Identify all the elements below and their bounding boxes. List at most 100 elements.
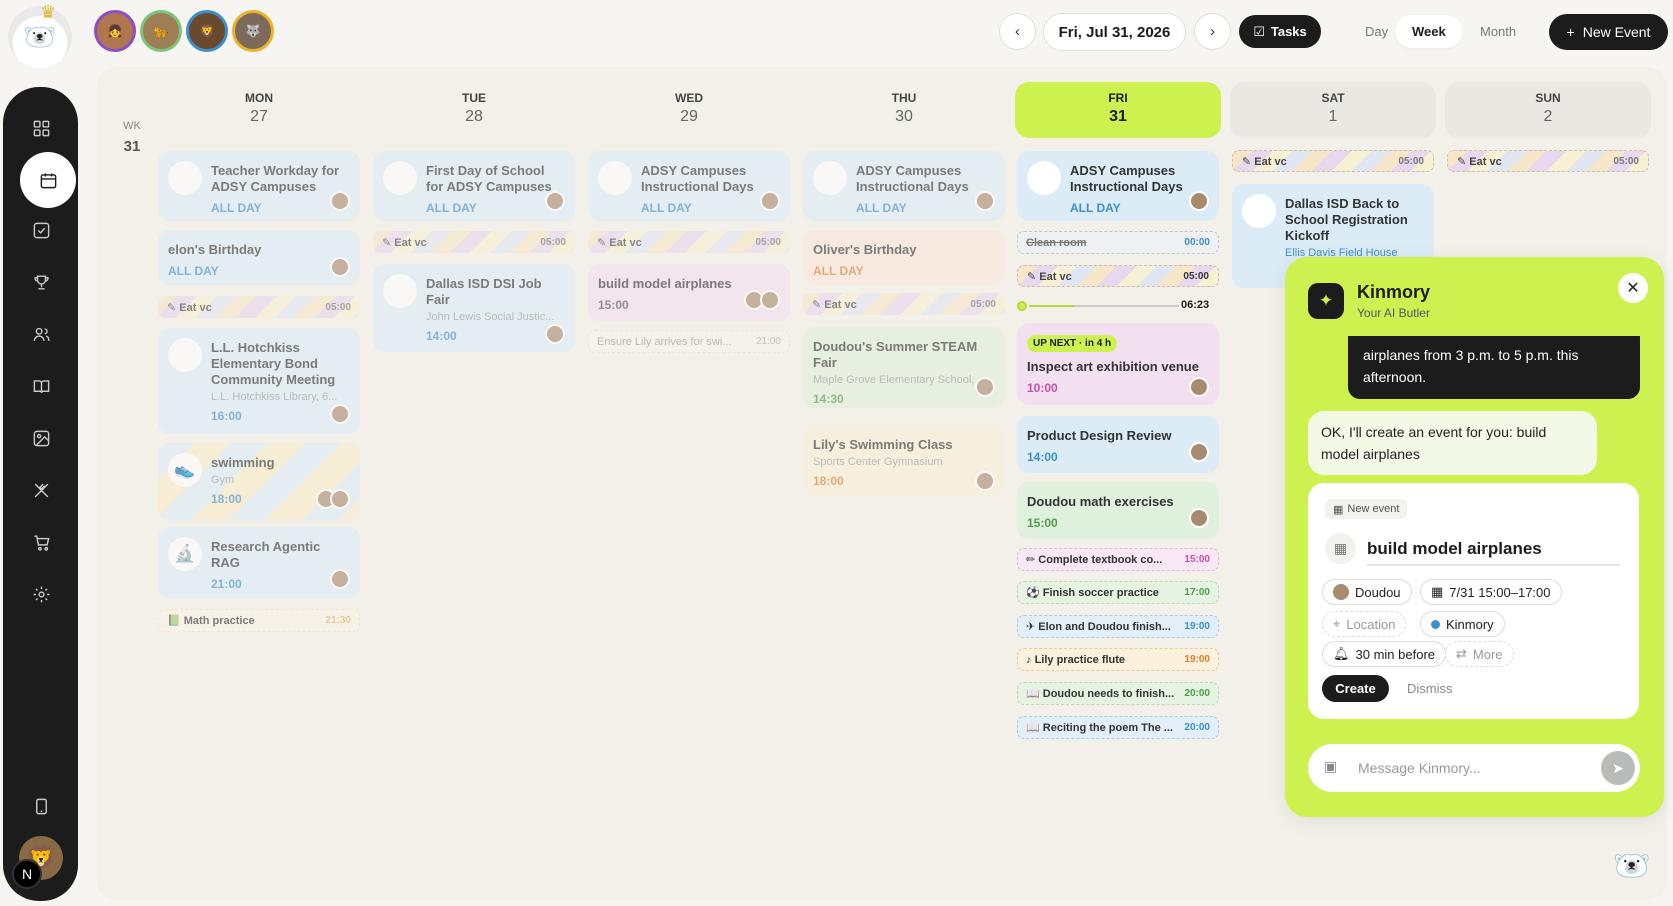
message-box: ▣ ➤ [1308, 744, 1640, 792]
event-card[interactable]: Lily's Swimming Class Sports Center Gymna… [803, 425, 1005, 495]
day-header-thu[interactable]: THU 30 [801, 82, 1007, 138]
send-button[interactable]: ➤ [1601, 751, 1635, 785]
reminder-chip[interactable]: 🔔︎ 30 min before [1322, 641, 1447, 667]
apple-icon [168, 161, 202, 195]
event-card[interactable]: Product Design Review 14:00 [1017, 416, 1219, 473]
apple-icon [598, 161, 632, 195]
event-strip[interactable]: ✎ Eat vc 05:00 [803, 293, 1005, 315]
message-input[interactable] [1358, 756, 1588, 780]
create-button[interactable]: Create [1322, 675, 1389, 702]
event-card[interactable]: Doudou's Summer STEAM Fair Maple Grove El… [803, 327, 1005, 408]
avatar [545, 191, 565, 211]
task-item[interactable]: ⚽ Finish soccer practice 17:00 [1017, 581, 1219, 604]
event-card[interactable]: 👟 swimming Gym 18:00 [158, 443, 360, 520]
soccer-icon: ⚽ Finish soccer practice [1026, 587, 1159, 599]
cart-icon[interactable] [30, 531, 52, 553]
task-item[interactable]: ♪ Lily practice flute 19:00 [1017, 648, 1219, 671]
event-strip[interactable]: ✎ Eat vc 05:00 [373, 231, 575, 253]
chat-title: Kinmory [1357, 282, 1431, 302]
event-strip[interactable]: ✎ Eat vc 05:00 [1017, 265, 1219, 287]
calendar-icon: ▦ [1325, 533, 1356, 564]
day-header-wed[interactable]: WED 29 [586, 82, 792, 138]
event-card[interactable]: ADSY Campuses Instructional Days ALL DAY [588, 151, 790, 221]
event-strip[interactable]: ✎ Eat vc 05:00 [1232, 150, 1434, 172]
prev-week-button[interactable]: ‹ [999, 13, 1036, 50]
image-upload-icon[interactable]: ▣ [1324, 758, 1337, 775]
checkbox-icon: ☑ [1253, 23, 1265, 39]
tablet-icon[interactable] [30, 795, 52, 817]
mascot-icon[interactable]: 🐻‍❄️ [1610, 838, 1654, 894]
apple-icon [813, 161, 847, 195]
tasks-button[interactable]: ☑ Tasks [1239, 15, 1321, 48]
top-bar: 🐻‍❄️ ♛ 👧 🐆 🦁 🐺 ‹ Fri, Jul 31, 2026 › ☑ Ta… [0, 0, 1673, 68]
avatar [760, 191, 780, 211]
new-event-button[interactable]: + New Event [1549, 14, 1668, 50]
event-card[interactable]: ADSY Campuses Instructional Days ALL DAY [803, 151, 1005, 221]
dashboard-icon[interactable] [30, 117, 52, 139]
crown-icon: ♛ [40, 2, 57, 22]
n-badge: N [12, 859, 42, 889]
event-card[interactable]: UP NEXT · in 4 h Inspect art exhibition … [1017, 323, 1219, 405]
day-header-sat[interactable]: SAT 1 [1230, 82, 1436, 138]
task-item[interactable]: Ensure Lily arrives for swi... 21:00 [588, 330, 790, 353]
book-icon: 📗 Math practice [167, 615, 255, 627]
avatar [330, 489, 350, 509]
view-week[interactable]: Week [1395, 15, 1463, 48]
task-item[interactable]: 📖 Reciting the poem The ... 20:00 [1017, 716, 1219, 739]
event-card[interactable]: Dallas ISD DSI Job Fair John Lewis Social… [373, 264, 575, 352]
calendar-chip[interactable]: Kinmory [1420, 611, 1505, 637]
check-square-icon[interactable] [30, 219, 52, 241]
trophy-icon[interactable] [30, 271, 52, 293]
day-header-mon[interactable]: MON 27 [156, 82, 362, 138]
avatar [545, 324, 565, 344]
pencil-icon: ✎ Eat vc [167, 301, 212, 314]
event-card[interactable]: elon's Birthday ALL DAY [158, 230, 360, 285]
event-card[interactable]: ADSY Campuses Instructional Days ALL DAY [1017, 151, 1219, 221]
event-title-field[interactable]: build model airplanes [1367, 533, 1620, 566]
now-line [1029, 305, 1179, 307]
datetime-chip[interactable]: ▦ 7/31 15:00–17:00 [1420, 579, 1562, 605]
person-chip[interactable]: Doudou [1322, 579, 1412, 605]
utensils-icon[interactable] [30, 479, 52, 501]
avatar[interactable]: 🐺 [232, 10, 274, 52]
event-card[interactable]: Oliver's Birthday ALL DAY [803, 230, 1005, 285]
location-chip[interactable]: ⌖ Location [1322, 611, 1407, 637]
event-strip[interactable]: ✎ Eat vc 05:00 [158, 296, 360, 318]
apple-icon [383, 274, 417, 308]
event-card[interactable]: First Day of School for ADSY Campuses ALL… [373, 151, 575, 221]
avatar[interactable]: 👧 [94, 10, 136, 52]
apple-icon [383, 161, 417, 195]
family-icon[interactable] [30, 323, 52, 345]
day-header-sun[interactable]: SUN 2 [1445, 82, 1651, 138]
pencil-icon: ✎ Eat vc [812, 298, 857, 311]
avatar[interactable]: 🐆 [140, 10, 182, 52]
event-card[interactable]: build model airplanes 15:00 [588, 264, 790, 321]
event-card[interactable]: Doudou math exercises 15:00 [1017, 482, 1219, 539]
current-time-indicator: 06:23 [1017, 299, 1219, 311]
calendar-nav-active[interactable] [20, 152, 76, 208]
event-strip[interactable]: ✎ Eat vc 05:00 [1447, 150, 1649, 172]
close-button[interactable]: ✕ [1618, 273, 1648, 303]
current-date[interactable]: Fri, Jul 31, 2026 [1043, 13, 1186, 51]
view-month[interactable]: Month [1463, 15, 1533, 48]
day-header-tue[interactable]: TUE 28 [371, 82, 577, 138]
repeat-icon: ⇄ [1456, 646, 1467, 661]
day-header-fri[interactable]: FRI 31 [1015, 82, 1221, 138]
task-item[interactable]: ✈ Elon and Doudou finish... 19:00 [1017, 615, 1219, 638]
next-week-button[interactable]: › [1194, 13, 1231, 50]
task-item[interactable]: 📖 Doudou needs to finish... 20:00 [1017, 682, 1219, 705]
photos-icon[interactable] [30, 427, 52, 449]
event-card[interactable]: L.L. Hotchkiss Elementary Bond Community… [158, 328, 360, 434]
plus-icon: + [1566, 24, 1575, 40]
dismiss-button[interactable]: Dismiss [1407, 675, 1453, 702]
book-icon[interactable] [30, 375, 52, 397]
task-item[interactable]: Clean room 00:00 [1017, 231, 1219, 254]
event-card[interactable]: 🔬 Research Agentic RAG 21:00 [158, 527, 360, 598]
task-item[interactable]: 📗 Math practice 21:30 [158, 609, 360, 632]
more-chip[interactable]: ⇄ More [1445, 641, 1514, 667]
task-item[interactable]: ✏ Complete textbook co... 15:00 [1017, 548, 1219, 571]
event-card[interactable]: Teacher Workday for ADSY Campuses ALL DAY [158, 151, 360, 221]
avatar[interactable]: 🦁 [186, 10, 228, 52]
event-strip[interactable]: ✎ Eat vc 05:00 [588, 231, 790, 253]
gear-icon[interactable] [30, 583, 52, 605]
